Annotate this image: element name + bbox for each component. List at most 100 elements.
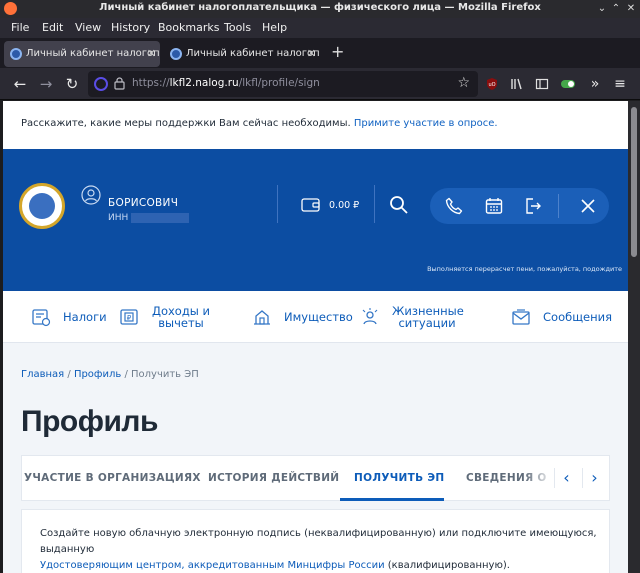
new-tab-button[interactable]: + (331, 42, 344, 61)
inn-redacted (131, 213, 189, 223)
lock-icon[interactable] (114, 77, 125, 90)
fns-emblem-logo[interactable] (19, 183, 65, 229)
tax-icon (32, 309, 51, 327)
income-icon: ₽ (120, 309, 138, 325)
search-icon[interactable] (389, 195, 409, 215)
quick-actions-panel (430, 188, 609, 224)
minimize-button[interactable]: ⌄ (595, 2, 609, 16)
library-icon[interactable] (510, 77, 524, 91)
survey-text: Расскажите, какие меры поддержки Вам сей… (21, 118, 354, 129)
forward-arrow-icon[interactable]: → (36, 74, 56, 94)
browser-tab-1[interactable]: Личный кабинет налогоп ✕ (4, 41, 160, 67)
sidebar-icon[interactable] (535, 77, 549, 91)
nav-label: Сообщения (543, 310, 613, 324)
nav-item-taxes[interactable]: Налоги (31, 291, 107, 343)
menu-help[interactable]: Help (262, 21, 287, 34)
breadcrumb-separator: / (64, 369, 74, 380)
menu-history[interactable]: History (111, 21, 150, 34)
breadcrumb-separator: / (121, 369, 131, 380)
close-window-button[interactable]: ✕ (624, 2, 638, 16)
breadcrumb-home[interactable]: Главная (21, 369, 64, 380)
nav-label: Доходы и вычеты (151, 304, 211, 330)
phone-icon[interactable] (445, 197, 463, 215)
tabs-prev-chevron-icon[interactable]: ‹ (554, 468, 578, 488)
nav-label: Налоги (63, 310, 107, 324)
breadcrumb-current: Получить ЭП (131, 369, 199, 380)
wallet-icon[interactable] (301, 198, 321, 212)
survey-banner: Расскажите, какие меры поддержки Вам сей… (3, 101, 628, 149)
divider (277, 185, 278, 223)
tab-label: Личный кабинет налогоп (186, 48, 320, 59)
back-arrow-icon[interactable]: ← (10, 74, 30, 94)
nav-label: Жизненные ситуации (392, 304, 464, 330)
url-bar[interactable]: https://lkfl2.nalog.ru/lkfl/profile/sign… (88, 71, 478, 97)
close-tab-icon[interactable]: ✕ (147, 41, 156, 67)
extension-toggle-icon[interactable] (560, 77, 576, 91)
divider (374, 185, 375, 223)
accredited-center-link[interactable]: Удостоверяющим центром, аккредитованным … (40, 560, 385, 571)
close-tab-icon[interactable]: ✕ (307, 41, 316, 67)
overflow-chevron-icon[interactable]: » (585, 74, 605, 94)
header-banner: БОРИСОВИЧ ИНН 0.00 ₽ Выполняется перерас… (3, 149, 628, 291)
balance-amount[interactable]: 0.00 ₽ (329, 200, 359, 211)
card-text: Создайте новую облачную электронную подп… (40, 528, 597, 555)
profile-tabs: УЧАСТИЕ В ОРГАНИЗАЦИЯХ ИСТОРИЯ ДЕЙСТВИЙ … (21, 455, 610, 501)
tabs-next-chevron-icon[interactable]: › (582, 468, 606, 488)
nav-item-property[interactable]: Имущество (252, 291, 353, 343)
tab-get-signature[interactable]: ПОЛУЧИТЬ ЭП (354, 472, 444, 484)
recalc-notice: Выполняется перерасчет пени, пожалуйста,… (427, 265, 622, 273)
survey-link[interactable]: Примите участие в опросе. (354, 118, 498, 129)
tab-label: Личный кабинет налогоп (26, 48, 160, 59)
fns-favicon-icon (170, 48, 182, 60)
menu-file[interactable]: File (11, 21, 29, 34)
breadcrumb-profile[interactable]: Профиль (74, 369, 121, 380)
tracking-protection-icon[interactable] (94, 77, 108, 91)
tab-history[interactable]: ИСТОРИЯ ДЕЙСТВИЙ (208, 472, 339, 484)
logout-icon[interactable] (524, 197, 542, 215)
messages-icon (512, 309, 530, 325)
menu-bookmarks[interactable]: Bookmarks (158, 21, 219, 34)
nav-item-life-situations[interactable]: Жизненные ситуации (360, 291, 464, 343)
nav-item-messages[interactable]: Сообщения (511, 291, 612, 343)
svg-text:₽: ₽ (127, 314, 132, 322)
browser-tab-2[interactable]: Личный кабинет налогоп ✕ (164, 41, 320, 67)
divider (558, 194, 559, 218)
main-content: Главная / Профиль / Получить ЭП Профиль … (3, 343, 628, 573)
menu-tools[interactable]: Tools (224, 21, 251, 34)
card-tail: (квалифицированную). (384, 560, 510, 571)
tab-bar: Личный кабинет налогоп ✕ Личный кабинет … (0, 38, 640, 68)
nav-label: Имущество (284, 310, 353, 324)
menu-view[interactable]: View (75, 21, 101, 34)
menu-bar: File Edit View History Bookmarks Tools H… (0, 18, 640, 38)
reload-icon[interactable]: ↻ (62, 74, 82, 94)
window-title: Личный кабинет налогоплательщика — физич… (99, 2, 541, 13)
active-tab-underline (340, 498, 444, 501)
window-titlebar: Личный кабинет налогоплательщика — физич… (0, 0, 640, 18)
main-nav: Налоги ₽ Доходы и вычеты Имущество Жизне… (3, 291, 628, 343)
page-title: Профиль (21, 405, 158, 438)
tab-fade (524, 456, 554, 500)
url-text: https://lkfl2.nalog.ru/lkfl/profile/sign (132, 77, 320, 89)
maximize-button[interactable]: ⌃ (609, 2, 623, 16)
ublock-icon[interactable]: uO (485, 77, 499, 91)
tab-organizations[interactable]: УЧАСТИЕ В ОРГАНИЗАЦИЯХ (24, 472, 201, 484)
svg-text:uO: uO (488, 82, 495, 88)
fns-favicon-icon (10, 48, 22, 60)
user-name[interactable]: БОРИСОВИЧ (108, 197, 178, 209)
scrollbar-thumb[interactable] (631, 107, 637, 257)
page-viewport: Расскажите, какие меры поддержки Вам сей… (3, 101, 628, 573)
calendar-icon[interactable] (485, 197, 503, 215)
inn-label: ИНН (108, 213, 129, 223)
hamburger-menu-icon[interactable]: ≡ (610, 74, 630, 94)
nav-item-income[interactable]: ₽ Доходы и вычеты (119, 291, 211, 343)
life-situations-icon (362, 308, 378, 325)
breadcrumb: Главная / Профиль / Получить ЭП (21, 369, 199, 380)
menu-edit[interactable]: Edit (42, 21, 63, 34)
bookmark-star-icon[interactable]: ☆ (457, 75, 470, 91)
page-scrollbar[interactable] (628, 101, 640, 573)
property-icon (254, 310, 270, 325)
user-icon[interactable] (81, 185, 101, 205)
navigation-toolbar: ← → ↻ https://lkfl2.nalog.ru/lkfl/profil… (0, 68, 640, 100)
close-icon[interactable] (579, 197, 597, 215)
signature-card: Создайте новую облачную электронную подп… (21, 509, 610, 573)
